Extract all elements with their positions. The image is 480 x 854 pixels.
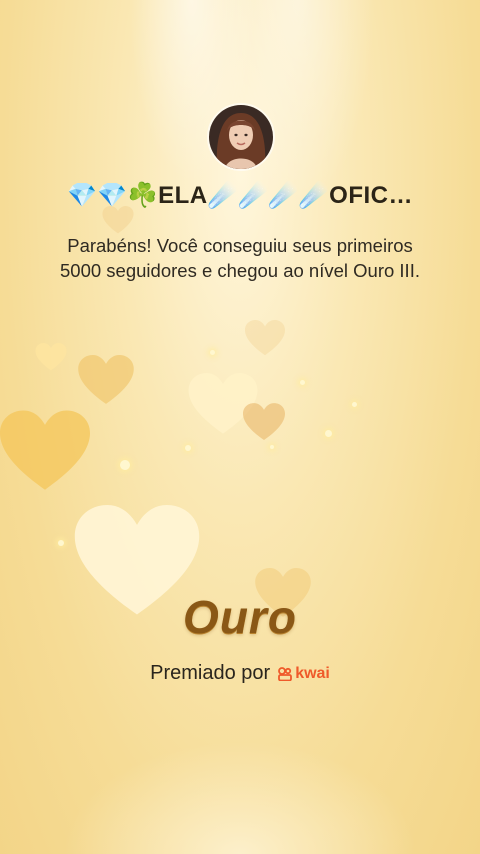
awarded-by: Premiado por kwai [0,662,480,685]
sparkle [352,402,357,407]
sparkle [325,430,332,437]
heart-icon [78,355,134,404]
sparkle [270,445,274,449]
sparkle [120,460,130,470]
sparkle [210,350,215,355]
avatar[interactable] [207,103,275,171]
profile-name: 💎💎☘️ELA☄️☄️☄️☄️OFIC… [66,182,413,209]
level-title: Ouro [183,591,297,643]
heart-icon [243,403,285,441]
congratulations-message: Parabéns! Você conseguiu seus primeiros … [60,235,420,281]
awarded-by-label: Premiado por [150,662,271,684]
kwai-brand-name: kwai [295,664,330,682]
heart-icon [0,410,90,490]
heart-icon [102,206,134,234]
sparkle [300,380,305,385]
sparkle [58,540,64,546]
heart-icon [245,320,285,356]
profile-photo-icon [209,105,273,169]
sparkle [185,445,191,451]
kwai-brand: kwai [278,665,330,683]
kwai-logo-icon [278,666,293,681]
heart-icon [35,343,67,371]
